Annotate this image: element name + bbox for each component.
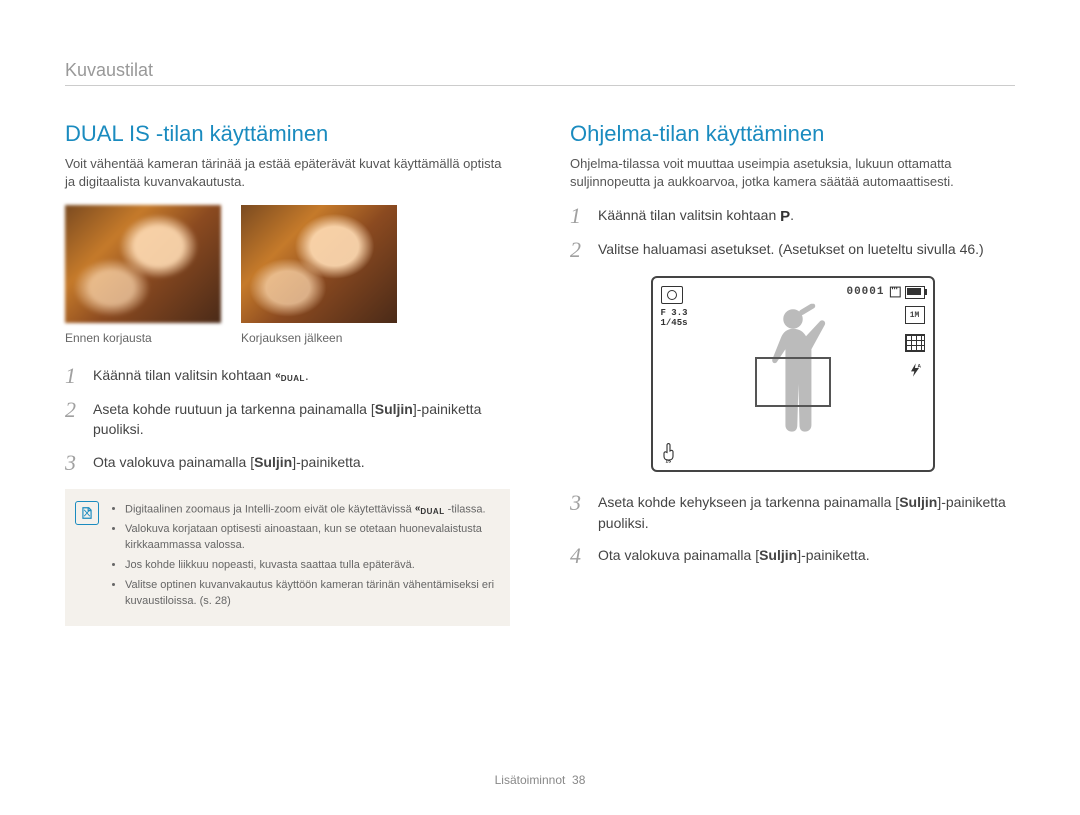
page-footer: Lisätoiminnot 38: [0, 773, 1080, 787]
focus-frame: [755, 357, 831, 407]
step-3: 3 Ota valokuva painamalla [Suljin]-paini…: [65, 452, 510, 474]
step-number: 3: [570, 492, 586, 514]
comparison-photos: [65, 205, 510, 323]
note-item: Valitse optinen kuvanvakautus käyttöön k…: [125, 578, 496, 610]
lcd-preview: F 3.3 1/45s 00001 1M A IS: [651, 276, 935, 472]
program-title: Ohjelma-tilan käyttäminen: [570, 121, 1015, 147]
is-icon: IS: [661, 442, 679, 462]
caption-before: Ennen korjausta: [65, 331, 221, 345]
note-icon: [75, 501, 99, 525]
step-number: 2: [570, 239, 586, 261]
right-column: Ohjelma-tilan käyttäminen Ohjelma-tilass…: [570, 121, 1015, 626]
step-1: 1 Käännä tilan valitsin kohtaan DUAL.: [65, 365, 510, 387]
caption-after: Korjauksen jälkeen: [241, 331, 397, 345]
step-2: 2 Valitse haluamasi asetukset. (Asetukse…: [570, 239, 1015, 261]
dual-mode-icon: DUAL: [415, 501, 445, 518]
step-2: 2 Aseta kohde ruutuun ja tarkenna painam…: [65, 399, 510, 440]
memory-icon: [889, 285, 903, 299]
note-item: Digitaalinen zoomaus ja Intelli-zoom eiv…: [125, 501, 496, 518]
step-number: 1: [570, 205, 586, 227]
shutter-value: 1/45s: [661, 318, 688, 328]
dual-is-intro: Voit vähentää kameran tärinää ja estää e…: [65, 155, 510, 190]
svg-text:IS: IS: [665, 459, 671, 464]
note-item: Valokuva korjataan optisesti ainoastaan,…: [125, 522, 496, 554]
program-intro: Ohjelma-tilassa voit muuttaa useimpia as…: [570, 155, 1015, 190]
dual-is-title: DUAL IS -tilan käyttäminen: [65, 121, 510, 147]
step-number: 2: [65, 399, 81, 421]
photo-after: [241, 205, 397, 323]
step-number: 3: [65, 452, 81, 474]
step-number: 4: [570, 545, 586, 567]
step-number: 1: [65, 365, 81, 387]
left-column: DUAL IS -tilan käyttäminen Voit vähentää…: [65, 121, 510, 626]
note-box: Digitaalinen zoomaus ja Intelli-zoom eiv…: [65, 489, 510, 626]
dual-mode-icon: DUAL: [275, 368, 305, 385]
photo-captions: Ennen korjausta Korjauksen jälkeen: [65, 331, 510, 345]
svg-text:A: A: [917, 364, 921, 370]
battery-icon: [905, 286, 925, 299]
p-mode-icon: P: [780, 206, 790, 228]
dual-is-steps: 1 Käännä tilan valitsin kohtaan DUAL. 2 …: [65, 365, 510, 474]
step-1: 1 Käännä tilan valitsin kohtaan P.: [570, 205, 1015, 227]
quality-icon: [905, 334, 925, 352]
shot-counter: 00001: [846, 286, 884, 298]
note-item: Jos kohde liikkuu nopeasti, kuvasta saat…: [125, 558, 496, 574]
step-3: 3 Aseta kohde kehykseen ja tarkenna pain…: [570, 492, 1015, 533]
resolution-icon: 1M: [905, 306, 925, 324]
step-4: 4 Ota valokuva painamalla [Suljin]-paini…: [570, 545, 1015, 567]
program-steps-bottom: 3 Aseta kohde kehykseen ja tarkenna pain…: [570, 492, 1015, 567]
program-steps-top: 1 Käännä tilan valitsin kohtaan P. 2 Val…: [570, 205, 1015, 261]
photo-before: [65, 205, 221, 323]
flash-icon: A: [906, 362, 924, 378]
breadcrumb: Kuvaustilat: [65, 60, 1015, 86]
aperture-value: F 3.3: [661, 308, 688, 318]
camera-icon: [661, 286, 683, 304]
